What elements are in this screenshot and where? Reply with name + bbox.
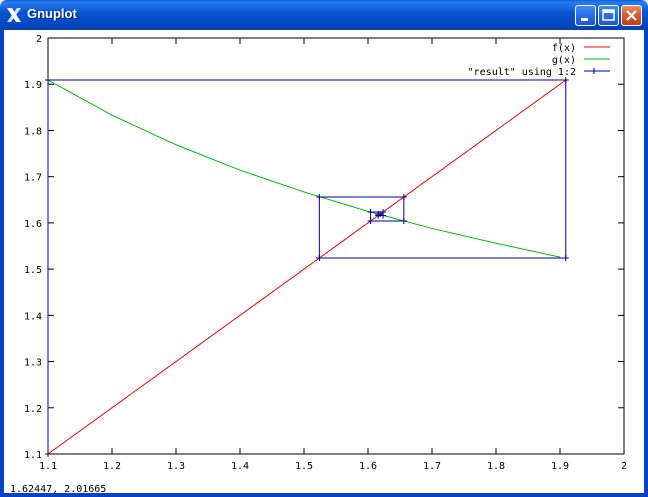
result-point [316,194,323,201]
result-point [562,255,569,262]
minimize-button[interactable] [575,5,596,26]
x-logo-icon [7,8,21,22]
x-tick-label: 1.5 [295,461,313,472]
result-point [45,77,51,84]
minimize-icon [581,18,588,21]
y-tick-label: 1.1 [24,450,42,461]
maximize-button[interactable] [598,5,619,26]
x-tick-label: 1.4 [231,461,249,472]
x-tick-label: 1.6 [359,461,377,472]
result-point [367,209,374,216]
x-tick-label: 1.3 [167,461,185,472]
y-tick-label: 1.6 [24,219,42,230]
gnuplot-canvas[interactable]: 1.1 1.2 1.3 1.4 1.5 1.6 1.7 1.8 1.9 2 1.1 1.2 1.3 1.4… [4,30,644,493]
title-bar[interactable]: Gnuplot [0,0,648,30]
series-f-line [47,79,567,455]
x-tick-label: 2 [621,461,627,472]
y-tick-label: 1.4 [24,311,42,322]
close-icon [626,10,637,21]
y-tick-label: 1.2 [24,404,42,415]
y-tick-label: 1.8 [24,126,42,137]
result-point [400,218,407,225]
y-tick-label: 2 [36,34,42,45]
plot-area[interactable]: 1.1 1.2 1.3 1.4 1.5 1.6 1.7 1.8 1.9 2 1.1 1.2 1.3 1.4… [4,30,644,493]
legend-label: f(x) [552,43,576,54]
y-tick-label: 1.9 [24,80,42,91]
x-tick-label: 1.9 [551,461,569,472]
legend-label: "result" using 1:2 [468,67,576,78]
x-tick-label: 1.1 [39,461,57,472]
mouse-coordinates: 1.62447, 2.01665 [10,484,107,495]
x-tick-label: 1.7 [423,461,441,472]
y-tick-label: 1.7 [24,173,42,184]
window-title: Gnuplot [27,6,77,21]
legend-label: g(x) [552,55,576,66]
y-tick-label: 1.5 [24,265,42,276]
y-tick-label: 1.3 [24,358,42,369]
maximize-icon [602,9,615,21]
series-g-line [47,79,561,258]
x-tick-label: 1.2 [103,461,121,472]
close-button[interactable] [621,5,642,26]
x-tick-label: 1.8 [487,461,505,472]
